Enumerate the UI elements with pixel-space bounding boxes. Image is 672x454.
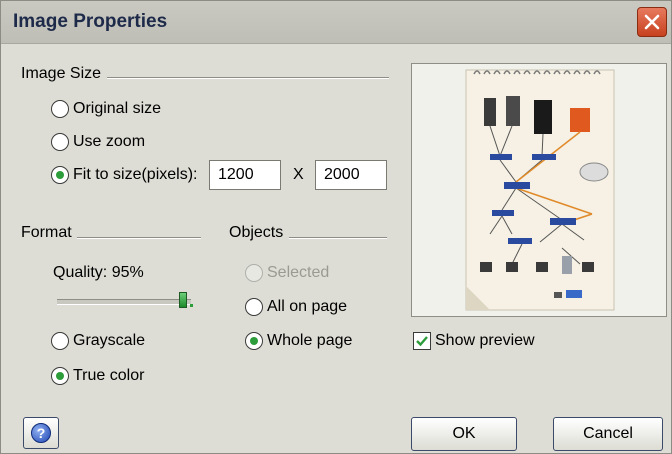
dimension-separator: X (293, 166, 304, 183)
use-zoom-label: Use zoom (73, 133, 146, 150)
checkmark-icon (416, 336, 428, 347)
width-pixels-input[interactable]: 1200 (209, 160, 281, 190)
true-color-radio[interactable] (51, 367, 69, 385)
show-preview-label: Show preview (435, 332, 535, 349)
image-properties-dialog: Image Properties Image Size Original siz… (0, 0, 672, 454)
show-preview-checkbox[interactable] (413, 332, 431, 350)
use-zoom-radio[interactable] (51, 133, 69, 151)
close-icon (644, 14, 660, 30)
original-size-label: Original size (73, 100, 162, 117)
format-heading: Format (21, 224, 72, 241)
quality-slider-tick (190, 304, 193, 307)
ok-button[interactable]: OK (411, 417, 517, 451)
close-button[interactable] (637, 7, 667, 37)
objects-divider (289, 237, 387, 239)
grayscale-label: Grayscale (73, 332, 146, 349)
cancel-button[interactable]: Cancel (553, 417, 663, 451)
true-color-label: True color (73, 367, 145, 384)
objects-heading: Objects (229, 224, 284, 241)
fit-to-size-radio[interactable] (51, 166, 69, 184)
network-diagram-thumbnail (465, 69, 615, 311)
quality-slider-thumb[interactable] (179, 292, 187, 308)
title-bar: Image Properties (1, 1, 671, 44)
help-button[interactable]: ? (23, 417, 59, 449)
format-divider (77, 237, 201, 239)
quality-slider-track[interactable] (57, 299, 191, 305)
height-pixels-input[interactable]: 2000 (315, 160, 387, 190)
grayscale-radio[interactable] (51, 332, 69, 350)
all-on-page-label: All on page (267, 298, 348, 315)
help-icon: ? (31, 423, 51, 443)
whole-page-label: Whole page (267, 332, 353, 349)
preview-pane (411, 63, 667, 317)
selected-label: Selected (267, 264, 330, 281)
quality-label: Quality: 95% (53, 264, 144, 281)
fit-to-size-label: Fit to size(pixels): (73, 166, 198, 183)
selected-radio (245, 264, 263, 282)
whole-page-radio[interactable] (245, 332, 263, 350)
image-size-divider (107, 77, 389, 79)
all-on-page-radio[interactable] (245, 298, 263, 316)
dialog-title: Image Properties (13, 11, 168, 32)
image-size-heading: Image Size (21, 65, 102, 82)
original-size-radio[interactable] (51, 100, 69, 118)
